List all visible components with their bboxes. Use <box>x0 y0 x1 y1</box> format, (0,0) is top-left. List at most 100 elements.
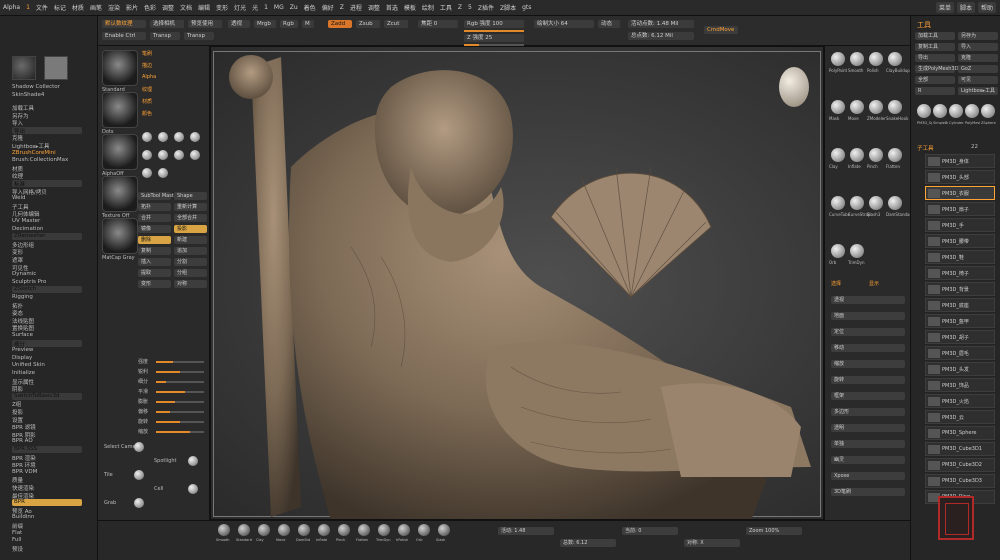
tool-action-button[interactable]: 删除 <box>138 236 171 244</box>
shelf-brush-icon[interactable] <box>888 148 902 162</box>
menu-item[interactable]: 调整 <box>365 3 383 12</box>
tool-menu-button[interactable]: GoZ <box>958 65 998 73</box>
shelf-brush-icon[interactable] <box>869 100 883 114</box>
tool-action-button[interactable]: 变形 <box>138 280 171 288</box>
menu-item[interactable]: 影片 <box>123 3 141 12</box>
tool-action-button[interactable]: 投影 <box>174 225 207 233</box>
brush-thumbnail-icon[interactable] <box>102 176 138 212</box>
brush-sphere-icon[interactable] <box>174 132 184 142</box>
zsub-toggle[interactable]: Zsub <box>356 20 380 28</box>
tool-menu-button[interactable]: 加载工具 <box>915 32 955 40</box>
menu-item[interactable]: Alpha <box>0 4 23 11</box>
shelf-brush-icon[interactable] <box>850 52 864 66</box>
view-control-button[interactable]: 旋转 <box>831 376 905 384</box>
shelf-brush-icon[interactable] <box>850 244 864 258</box>
menu-item[interactable]: Z脚本 <box>497 3 519 12</box>
left-menu-item[interactable]: UV Master <box>12 218 40 224</box>
subtool-row[interactable]: PM3D_火焰 <box>925 394 995 408</box>
subtool-row[interactable]: PM3D_头部 <box>925 170 995 184</box>
tool-menu-button[interactable]: 复制工具 <box>915 43 955 51</box>
left-menu-item[interactable]: Display <box>12 355 32 361</box>
menu-item[interactable]: MG <box>271 4 287 11</box>
subtool-row[interactable]: PM3D_椅子 <box>925 266 995 280</box>
left-menu-item[interactable]: SwitchToBasic3d <box>14 393 60 399</box>
material-swatch[interactable] <box>12 56 36 80</box>
bottom-brush-icon[interactable] <box>418 524 430 536</box>
footer-sphere-icon[interactable] <box>188 484 198 494</box>
subtool-row[interactable]: PM3D_Sphere <box>925 426 995 440</box>
view-control-button[interactable]: 多边形 <box>831 408 905 416</box>
view-control-button[interactable]: 移动 <box>831 344 905 352</box>
left-menu-item[interactable]: BPR AO <box>12 438 33 444</box>
view-control-button[interactable]: 定位 <box>831 328 905 336</box>
menu-item[interactable]: 模板 <box>401 3 419 12</box>
subtool-row[interactable]: PM3D_扇子 <box>925 202 995 216</box>
left-menu-item[interactable]: Preview <box>12 347 33 353</box>
focal-slider[interactable]: 焦距 0 <box>418 20 458 28</box>
tool-menu-button[interactable]: 导出 <box>915 54 955 62</box>
menubar-right-button[interactable]: 帮助 <box>977 2 996 13</box>
footer-label[interactable]: Cell <box>154 486 163 492</box>
transp-button-2[interactable]: Transp <box>184 32 214 40</box>
menu-item[interactable]: 1 <box>23 4 33 11</box>
tool-action-button[interactable]: 插入 <box>138 258 171 266</box>
tool-action-button[interactable]: 新建 <box>174 236 207 244</box>
menu-item[interactable]: Zu <box>287 4 301 11</box>
rgb-intensity-slider[interactable]: Rgb 强度 100 <box>464 20 524 28</box>
left-menu-item[interactable]: ZBrushCoreMini <box>12 150 56 156</box>
menu-item[interactable]: Z插件 <box>475 3 497 12</box>
tool-action-button[interactable]: 复制 <box>138 247 171 255</box>
left-menu-item[interactable]: Brush:CollectionMax <box>12 157 68 163</box>
view-control-button[interactable]: 框架 <box>831 392 905 400</box>
dynamic-toggle[interactable]: 动态 <box>598 20 620 28</box>
tool-thumbnail-icon[interactable] <box>917 104 931 118</box>
menu-item[interactable]: 5 <box>465 4 475 11</box>
tool-action-button[interactable]: 拓扑 <box>138 203 171 211</box>
brush-thumbnail-icon[interactable] <box>102 218 138 254</box>
view-control-button[interactable]: 透视 <box>831 296 905 304</box>
footer-sphere-icon[interactable] <box>134 442 144 452</box>
brush-sphere-icon[interactable] <box>158 132 168 142</box>
left-menu-item[interactable]: Decimation <box>12 226 43 232</box>
menu-item[interactable]: 绘制 <box>419 3 437 12</box>
shelf-brush-icon[interactable] <box>888 100 902 114</box>
tool-action-button[interactable]: Shape <box>174 192 207 200</box>
view-control-button[interactable]: 缩放 <box>831 360 905 368</box>
tool-menu-button[interactable]: 可见 <box>958 76 998 84</box>
subtool-row[interactable]: PM3D_手 <box>925 218 995 232</box>
shelf-brush-icon[interactable] <box>831 244 845 258</box>
bottom-brush-icon[interactable] <box>298 524 310 536</box>
bottom-brush-icon[interactable] <box>338 524 350 536</box>
tool-action-button[interactable]: 镜像 <box>138 225 171 233</box>
menubar-right-button[interactable]: 脚本 <box>956 2 975 13</box>
z-intensity-slider[interactable]: Z 强度 25 <box>464 34 524 42</box>
menu-item[interactable]: 材质 <box>69 3 87 12</box>
shelf-brush-icon[interactable] <box>869 52 883 66</box>
persp-toggle[interactable]: 透视 <box>228 20 250 28</box>
shelf-brush-icon[interactable] <box>850 148 864 162</box>
left-menu-item[interactable]: 预设 <box>12 545 23 553</box>
tool-action-button[interactable]: 追加 <box>174 247 207 255</box>
palette-slider[interactable] <box>156 421 204 423</box>
menu-item[interactable]: 标记 <box>51 3 69 12</box>
subtool-row[interactable]: PM3D_鞋 <box>925 250 995 264</box>
shelf-brush-icon[interactable] <box>831 100 845 114</box>
bottom-brush-icon[interactable] <box>238 524 250 536</box>
enable-ctrl-toggle[interactable]: Enable Ctrl <box>102 32 146 40</box>
footer-label[interactable]: Tile <box>104 472 113 478</box>
menu-item[interactable]: 首选 <box>383 3 401 12</box>
brush-sphere-icon[interactable] <box>158 150 168 160</box>
tool-menu-button[interactable]: R <box>915 87 955 95</box>
menu-item[interactable]: 工具 <box>437 3 455 12</box>
subtool-row[interactable]: PM3D_盔甲 <box>925 314 995 328</box>
cmd-move-button[interactable]: CmdMove <box>704 26 738 34</box>
tool-action-button[interactable]: 分组 <box>174 269 207 277</box>
menu-item[interactable]: 灯光 <box>231 3 249 12</box>
bottom-brush-icon[interactable] <box>218 524 230 536</box>
left-menu-item[interactable]: Dynamic <box>12 271 36 277</box>
menu-item[interactable]: 进程 <box>347 3 365 12</box>
subtool-row[interactable]: PM3D_Cube3D1 <box>925 442 995 456</box>
palette-slider[interactable] <box>156 411 204 413</box>
shelf-brush-icon[interactable] <box>869 148 883 162</box>
canvas-viewport[interactable] <box>210 46 824 520</box>
